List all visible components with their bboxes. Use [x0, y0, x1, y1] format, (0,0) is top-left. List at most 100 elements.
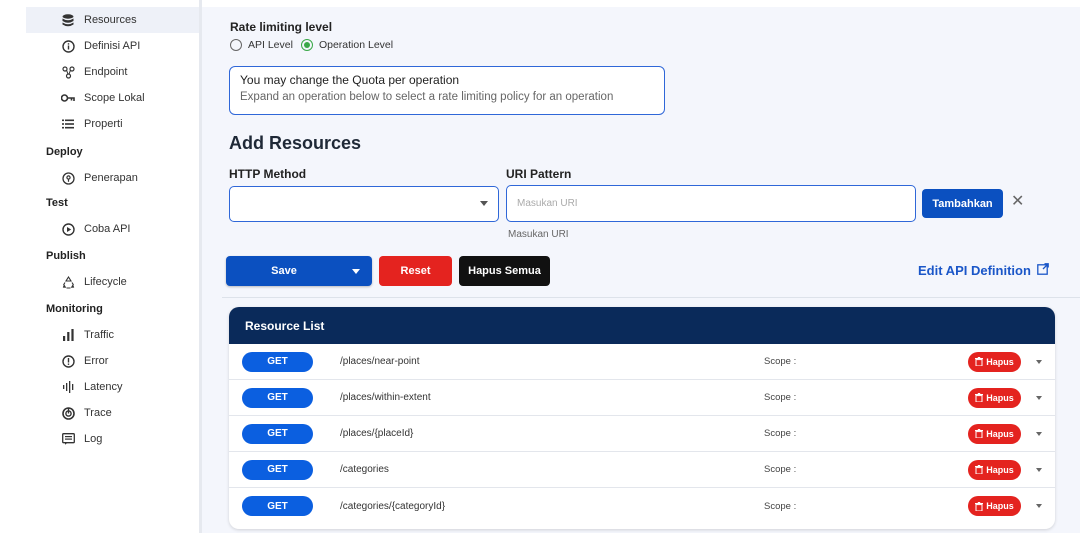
log-icon: [60, 431, 76, 447]
delete-resource-button[interactable]: Hapus: [968, 351, 1021, 372]
delete-label: Hapus: [986, 464, 1014, 475]
resource-path: /places/within-extent: [340, 392, 431, 403]
sidebar-item-label: Traffic: [84, 329, 114, 341]
method-badge-get[interactable]: GET: [242, 387, 313, 408]
resource-path: /places/{placeId}: [340, 428, 414, 439]
bar-chart-icon: [60, 327, 76, 343]
info-line-1: You may change the Quota per operation: [240, 73, 460, 87]
sidebar-item-label: Trace: [84, 407, 112, 419]
resource-scope: Scope :: [764, 500, 797, 512]
sidebar-item-endpoint[interactable]: Endpoint: [60, 62, 127, 82]
rate-limit-title: Rate limiting level: [230, 20, 333, 34]
sidebar-item-coba-api[interactable]: Coba API: [60, 219, 130, 239]
section-publish: Publish: [46, 250, 86, 262]
trash-icon: [975, 357, 984, 366]
recycle-icon: [60, 274, 76, 290]
method-badge-get[interactable]: GET: [242, 351, 313, 372]
sidebar-item-label: Coba API: [84, 223, 131, 235]
uri-pattern-input[interactable]: [506, 185, 916, 222]
sidebar-item-resources[interactable]: Resources: [60, 10, 137, 30]
sidebar-item-label: Log: [84, 433, 103, 445]
expand-chevron-icon[interactable]: [1036, 359, 1042, 364]
database-icon: [60, 12, 76, 28]
save-button-label: Save: [271, 265, 297, 277]
http-method-select[interactable]: [229, 186, 499, 222]
expand-chevron-icon[interactable]: [1036, 395, 1042, 400]
add-resources-title: Add Resources: [229, 133, 362, 153]
sidebar-item-error[interactable]: Error: [60, 351, 108, 371]
delete-label: Hapus: [986, 356, 1014, 367]
trash-icon: [975, 501, 984, 511]
delete-resource-button[interactable]: Hapus: [968, 459, 1021, 480]
radio-api-level[interactable]: [230, 39, 242, 51]
method-badge-get[interactable]: GET: [242, 423, 313, 444]
resource-row[interactable]: GET /categories/{categoryId} Scope : Hap…: [229, 488, 1055, 524]
sidebar-item-label: Definisi API: [84, 40, 141, 52]
reset-button[interactable]: Reset: [379, 256, 452, 286]
radio-api-level-label[interactable]: API Level: [248, 39, 293, 51]
delete-resource-button[interactable]: Hapus: [968, 423, 1021, 444]
sidebar-item-trace[interactable]: Trace: [60, 403, 112, 423]
sidebar-item-penerapan[interactable]: Penerapan: [60, 168, 138, 188]
sidebar-item-lifecycle[interactable]: Lifecycle: [60, 272, 127, 292]
sidebar-item-definisi-api[interactable]: Definisi API: [60, 36, 140, 56]
resource-list-panel: Resource List GET /places/near-point Sco…: [229, 307, 1055, 529]
section-test: Test: [46, 197, 68, 209]
play-icon: [60, 221, 76, 237]
resource-path: /categories/{categoryId}: [340, 500, 446, 512]
list-icon: [60, 116, 76, 132]
sidebar-item-label: Latency: [84, 381, 123, 393]
trash-icon: [975, 393, 984, 402]
sidebar-item-label: Lifecycle: [84, 276, 127, 288]
sidebar-item-label: Scope Lokal: [84, 92, 145, 104]
section-deploy: Deploy: [46, 146, 83, 158]
delete-all-button[interactable]: Hapus Semua: [459, 256, 550, 286]
resource-scope: Scope :: [764, 356, 797, 367]
sidebar-item-label: Error: [84, 355, 109, 367]
expand-chevron-icon[interactable]: [1036, 467, 1042, 472]
divider: [222, 297, 1080, 298]
trash-icon: [975, 465, 984, 474]
section-monitoring: Monitoring: [46, 303, 103, 315]
sidebar-item-latency[interactable]: Latency: [60, 377, 123, 397]
endpoint-icon: [60, 64, 76, 80]
http-method-label: HTTP Method: [229, 167, 307, 181]
sidebar-item-properti[interactable]: Properti: [60, 114, 123, 134]
sidebar-item-label: Endpoint: [84, 66, 128, 78]
external-link-icon: [1037, 263, 1049, 278]
sidebar-item-label: Properti: [84, 118, 123, 130]
expand-chevron-icon[interactable]: [1036, 504, 1042, 508]
resource-row[interactable]: GET /places/within-extent Scope : Hapus: [229, 380, 1055, 416]
resource-row[interactable]: GET /categories Scope : Hapus: [229, 452, 1055, 488]
sidebar-item-traffic[interactable]: Traffic: [60, 325, 114, 345]
resource-path: /places/near-point: [340, 356, 420, 367]
resource-row[interactable]: GET /places/near-point Scope : Hapus: [229, 344, 1055, 380]
radio-operation-level[interactable]: [300, 39, 313, 51]
add-resource-button[interactable]: Tambahkan: [922, 189, 1003, 218]
delete-label: Hapus: [986, 392, 1014, 403]
rate-limit-info-box: You may change the Quota per operation E…: [229, 66, 665, 115]
delete-resource-button[interactable]: Hapus: [968, 496, 1021, 516]
sidebar-item-label: Resources: [84, 14, 137, 26]
delete-label: Hapus: [986, 501, 1014, 511]
latency-icon: [60, 379, 76, 395]
method-badge-get[interactable]: GET: [242, 496, 313, 516]
location-icon: [60, 170, 76, 186]
close-icon[interactable]: ✕: [1011, 192, 1024, 212]
edit-api-definition-link[interactable]: Edit API Definition: [918, 263, 1049, 278]
save-dropdown-chevron-icon[interactable]: [352, 268, 360, 274]
sidebar-item-log[interactable]: Log: [60, 429, 102, 449]
sidebar-item-label: Penerapan: [84, 172, 138, 184]
edit-api-definition-label: Edit API Definition: [918, 263, 1031, 278]
delete-resource-button[interactable]: Hapus: [968, 387, 1021, 408]
delete-label: Hapus: [986, 428, 1014, 439]
resource-row[interactable]: GET /places/{placeId} Scope : Hapus: [229, 416, 1055, 452]
expand-chevron-icon[interactable]: [1036, 431, 1042, 436]
method-badge-get[interactable]: GET: [242, 459, 313, 480]
info-icon: [60, 38, 76, 54]
radio-operation-level-label[interactable]: Operation Level: [319, 39, 393, 51]
trash-icon: [975, 429, 984, 438]
save-button[interactable]: Save: [226, 256, 372, 286]
chevron-down-icon: [480, 201, 488, 206]
sidebar-item-scope-lokal[interactable]: Scope Lokal: [60, 88, 145, 108]
